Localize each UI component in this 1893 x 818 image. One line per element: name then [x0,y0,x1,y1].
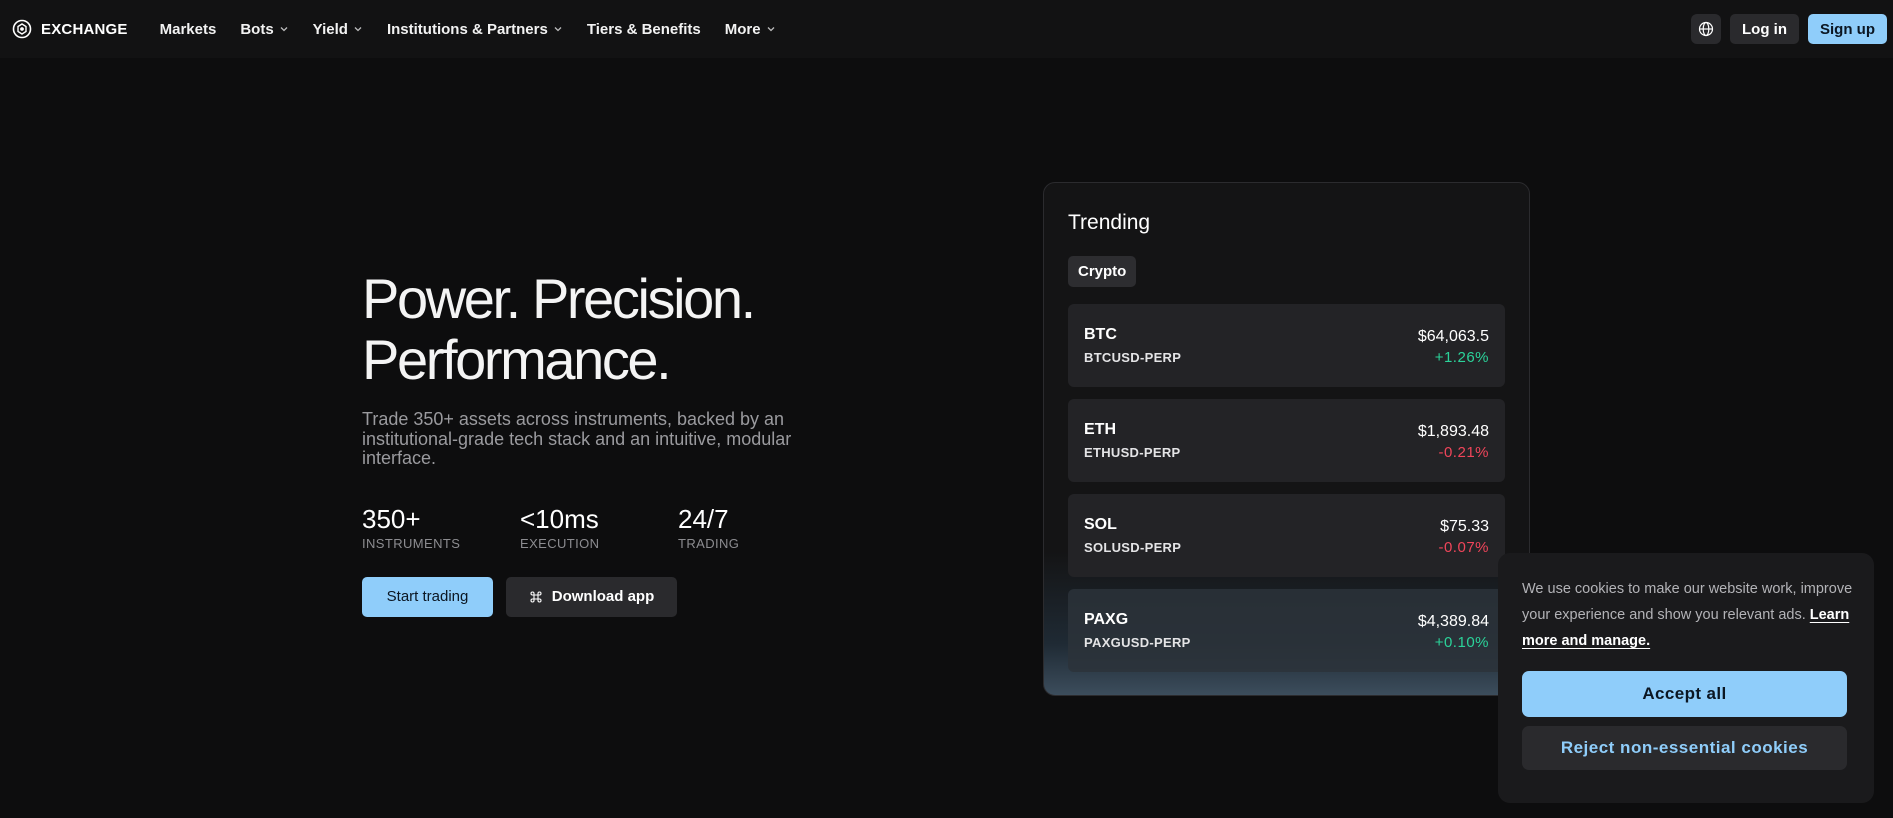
asset-pair: ETHUSD-PERP [1084,445,1181,460]
nav-item-label: Tiers & Benefits [586,20,701,38]
asset-symbol: ETH [1084,421,1116,438]
asset-pair: SOLUSD-PERP [1084,540,1182,555]
hero-title-line2: Performance. [362,328,672,391]
accept-all-button[interactable]: Accept all [1522,671,1847,717]
stat-label: INSTRUMENTS [362,535,461,551]
command-icon [530,590,542,603]
asset-change: +0.10% [1434,634,1489,651]
asset-price: $75.33 [1440,518,1489,535]
stat-label: EXECUTION [520,535,600,551]
asset-change: +1.26% [1434,349,1489,366]
cookie-text: We use cookies to make our website work,… [1522,576,1862,654]
trending-row-sol[interactable]: SOL SOLUSD-PERP $75.33 -0.07% [1068,494,1505,577]
chevron-down-icon [354,27,362,32]
nav-item-label: More [724,20,761,38]
trending-row-btc[interactable]: BTC BTCUSD-PERP $64,063.5 +1.26% [1068,304,1505,387]
download-app-label: Download app [551,588,655,605]
nav-item-tiers[interactable]: Tiers & Benefits [587,21,701,38]
cookie-banner: We use cookies to make our website work,… [1498,553,1874,803]
nav-item-label: Markets [159,20,217,38]
top-nav: EXCHANGE Markets Bots Yield Institutions… [0,0,1893,58]
trending-row-paxg[interactable]: PAXG PAXGUSD-PERP $4,389.84 +0.10% [1068,589,1505,672]
globe-icon [1698,21,1714,37]
nav-item-more[interactable]: More [725,21,776,38]
nav-item-yield[interactable]: Yield [313,21,363,38]
asset-change: -0.07% [1438,539,1489,556]
reject-cookies-button[interactable]: Reject non-essential cookies [1522,726,1847,770]
start-trading-button[interactable]: Start trading [362,576,493,617]
asset-pair: PAXGUSD-PERP [1084,635,1191,650]
nav-item-markets[interactable]: Markets [160,21,217,38]
stat-instruments: 350+ INSTRUMENTS [362,505,520,551]
chevron-down-icon [554,27,562,32]
stat-value: <10ms [520,503,599,534]
nav-item-bots[interactable]: Bots [240,21,288,38]
trending-row-eth[interactable]: ETH ETHUSD-PERP $1,893.48 -0.21% [1068,399,1505,482]
hero-subtitle: Trade 350+ assets across instruments, ba… [362,409,792,468]
login-button[interactable]: Log in [1730,14,1799,44]
hero-section: Power. Precision. Performance. Trade 350… [362,268,862,617]
asset-pair: BTCUSD-PERP [1084,350,1182,365]
trending-card: Trending Crypto BTC BTCUSD-PERP $64,063.… [1043,182,1530,696]
hero-title: Power. Precision. Performance. [362,268,862,390]
language-button[interactable] [1691,14,1721,44]
trending-list: BTC BTCUSD-PERP $64,063.5 +1.26% ETH ETH… [1068,304,1505,684]
stat-execution: <10ms EXECUTION [520,505,678,551]
asset-price: $64,063.5 [1417,328,1489,345]
asset-price: $4,389.84 [1417,613,1489,630]
nav-item-label: Institutions & Partners [386,20,548,38]
stat-trading: 24/7 TRADING [678,505,836,551]
asset-symbol: SOL [1084,516,1117,533]
nav-item-label: Bots [240,20,274,38]
stat-value: 350+ [362,503,421,534]
asset-symbol: PAXG [1084,611,1129,628]
download-app-button[interactable]: Download app [506,576,677,617]
nav-item-label: Yield [312,20,348,38]
brand-logo[interactable]: EXCHANGE [12,19,128,39]
chevron-down-icon [767,27,775,32]
tab-crypto[interactable]: Crypto [1068,256,1137,287]
nav-item-institutions[interactable]: Institutions & Partners [387,21,563,38]
trending-title: Trending [1068,211,1151,234]
chevron-down-icon [280,27,288,32]
asset-change: -0.21% [1438,444,1489,461]
signup-button[interactable]: Sign up [1808,14,1887,44]
brand-name: EXCHANGE [41,20,128,38]
exchange-logo-icon [12,19,32,39]
hero-stats: 350+ INSTRUMENTS <10ms EXECUTION 24/7 TR… [362,505,862,551]
stat-value: 24/7 [678,503,729,534]
hero-title-line1: Power. Precision. [362,267,756,330]
stat-label: TRADING [678,535,740,551]
asset-symbol: BTC [1084,326,1117,343]
cookie-message: We use cookies to make our website work,… [1522,581,1853,623]
asset-price: $1,893.48 [1417,423,1489,440]
